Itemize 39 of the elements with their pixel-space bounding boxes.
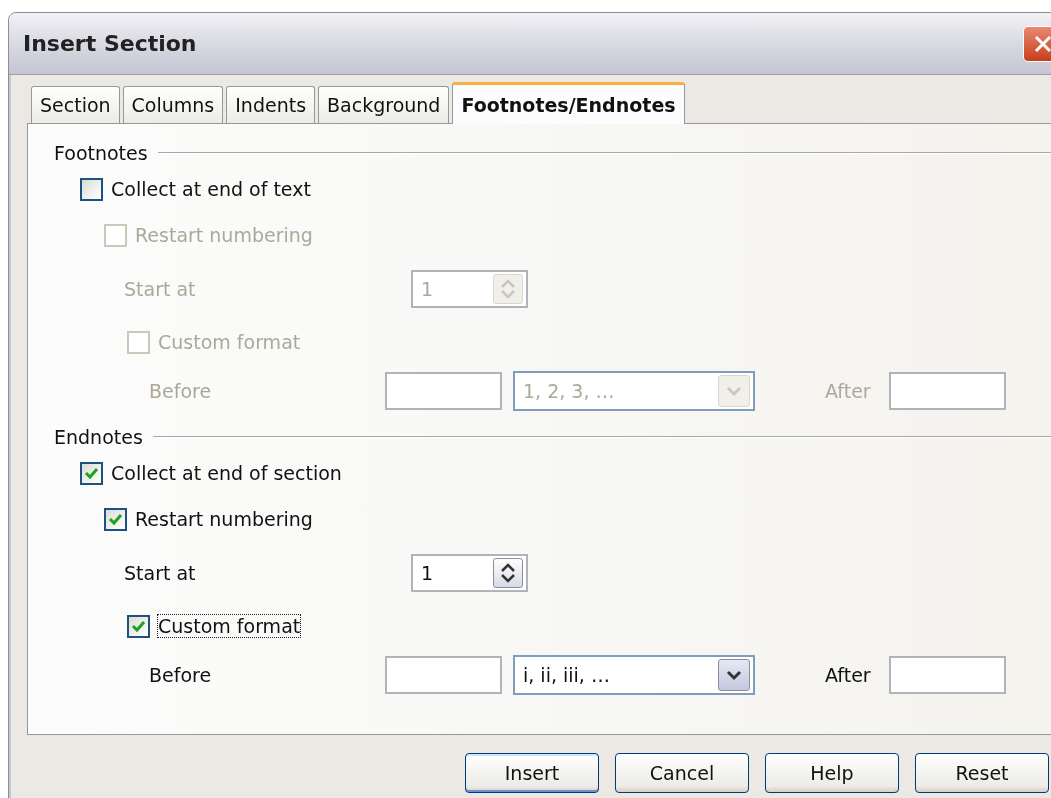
tab[interactable]: Section bbox=[31, 86, 120, 123]
checkmark-icon bbox=[108, 512, 123, 526]
field-label: After bbox=[825, 664, 872, 686]
field-label: Before bbox=[149, 380, 212, 402]
chevron-down-icon[interactable] bbox=[718, 659, 750, 691]
checkbox-label[interactable]: Restart numbering bbox=[135, 508, 313, 530]
field-label: Start at bbox=[124, 562, 196, 584]
field-label: Before bbox=[149, 664, 212, 686]
before-field[interactable] bbox=[385, 656, 502, 694]
checkbox[interactable] bbox=[127, 614, 150, 638]
window-title: Insert Section bbox=[23, 31, 197, 56]
checkbox-label[interactable]: Custom format bbox=[158, 615, 301, 637]
group-heading: Footnotes bbox=[54, 142, 148, 164]
checkmark-icon bbox=[84, 466, 99, 480]
tab[interactable]: Background bbox=[318, 86, 450, 123]
tab[interactable]: Columns bbox=[122, 86, 224, 123]
tab[interactable]: Indents bbox=[226, 86, 316, 123]
checkbox-label[interactable]: Collect at end of text bbox=[111, 178, 311, 200]
checkbox-label[interactable]: Collect at end of section bbox=[111, 462, 342, 484]
spin-field[interactable]: 1 bbox=[411, 554, 528, 592]
checkbox[interactable] bbox=[104, 507, 127, 531]
checkbox[interactable] bbox=[80, 461, 103, 485]
dialog-button[interactable]: Reset bbox=[915, 753, 1049, 793]
checkmark-icon bbox=[131, 619, 146, 633]
dialog-button[interactable]: Insert bbox=[465, 753, 599, 793]
checkbox[interactable] bbox=[80, 177, 103, 201]
before-field[interactable] bbox=[385, 372, 502, 410]
group-heading: Endnotes bbox=[54, 426, 143, 448]
format-dropdown[interactable]: i, ii, iii, … bbox=[513, 655, 755, 695]
dialog-button[interactable]: Help bbox=[765, 753, 899, 793]
dialog-button[interactable]: Cancel bbox=[615, 753, 749, 793]
field-label: After bbox=[825, 380, 872, 402]
spin-arrows-icon[interactable] bbox=[493, 558, 523, 588]
tab[interactable]: Footnotes/Endnotes bbox=[452, 82, 685, 124]
after-field[interactable] bbox=[889, 372, 1006, 410]
close-button[interactable] bbox=[1023, 25, 1051, 62]
close-icon bbox=[1033, 33, 1051, 54]
field-label: Start at bbox=[124, 278, 196, 300]
after-field[interactable] bbox=[889, 656, 1006, 694]
